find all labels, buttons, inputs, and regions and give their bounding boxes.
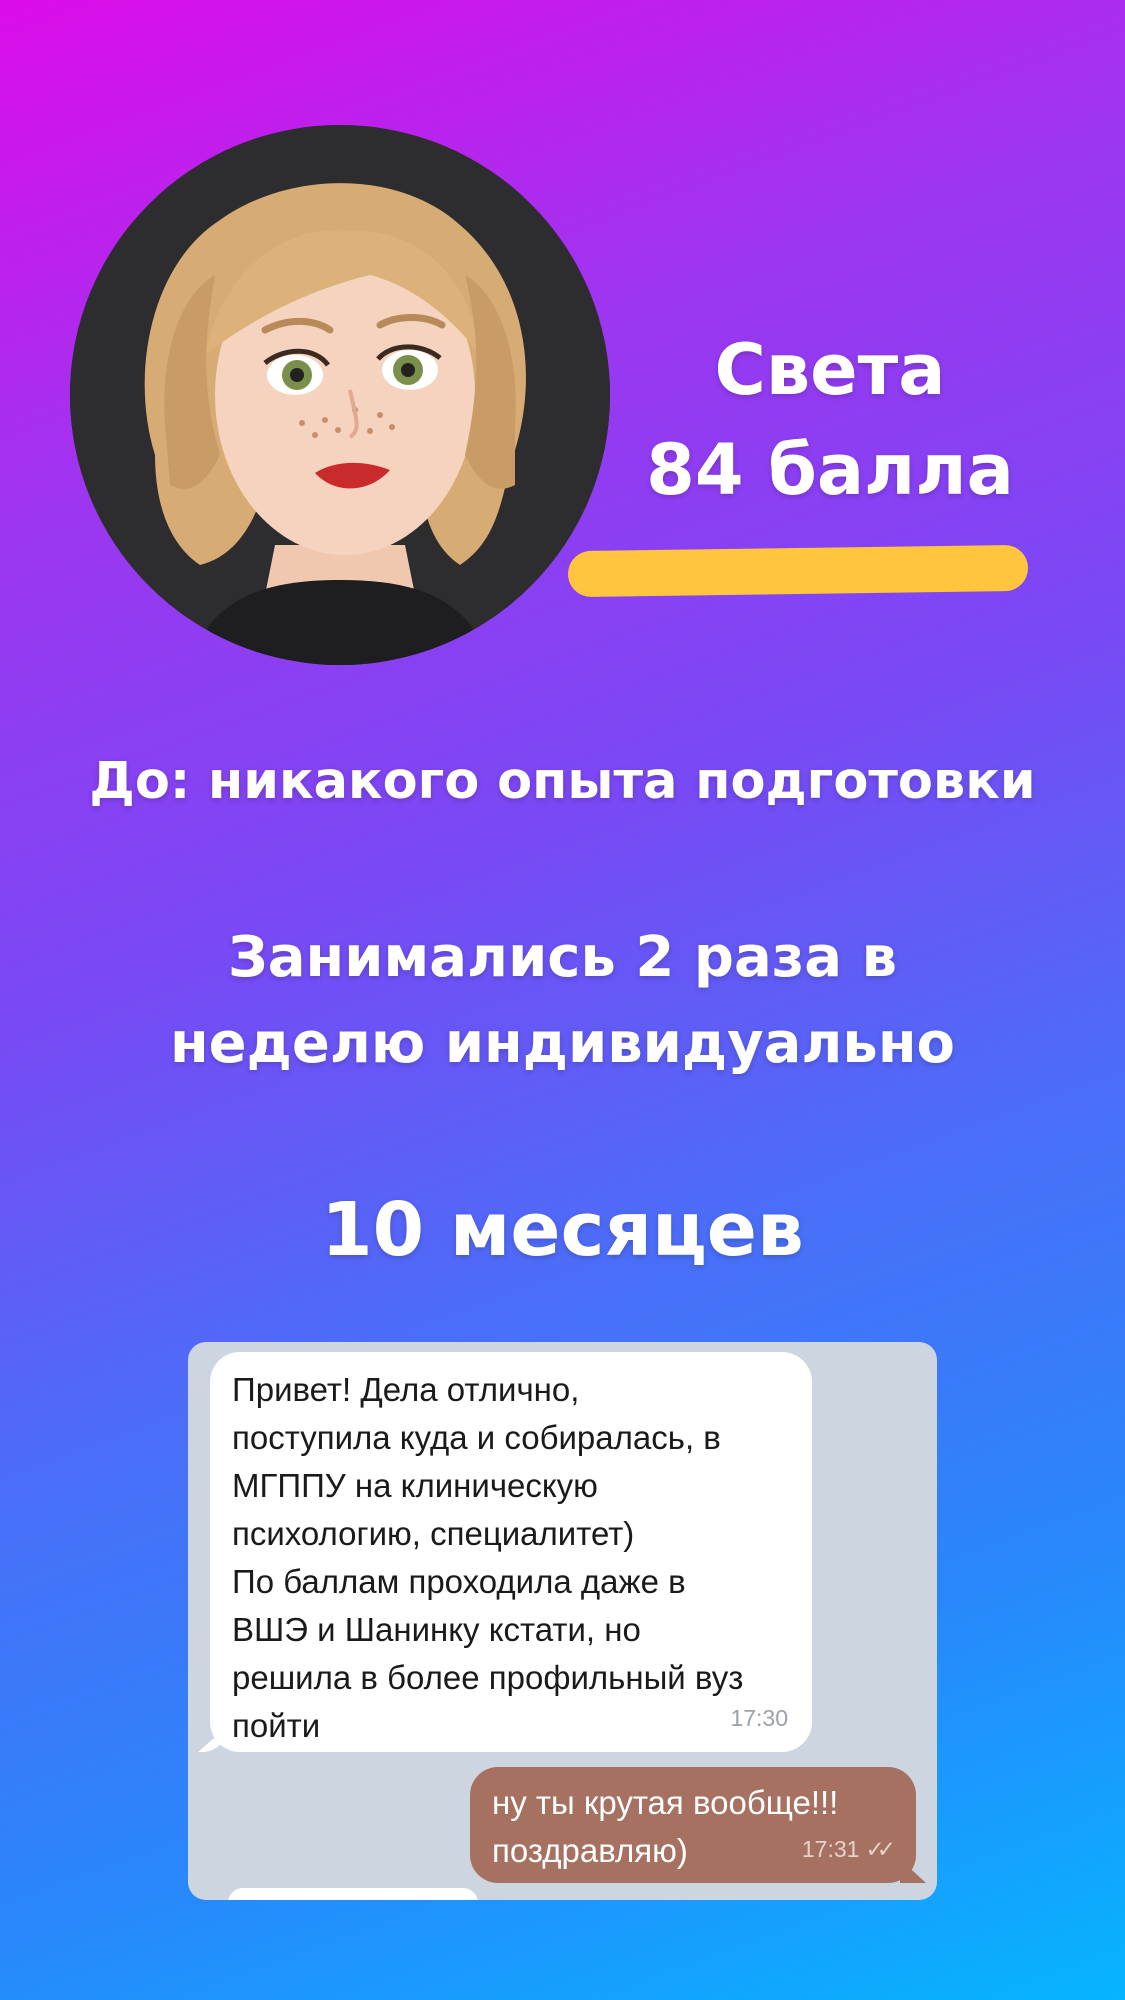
double-check-icon: ✓✓: [865, 1836, 895, 1862]
frequency-line-2: неделю индивидуально: [169, 1011, 955, 1076]
incoming-message: Привет! Дела отлично, поступила куда и с…: [198, 1352, 812, 1752]
outgoing-message: ну ты крутая вообще!!! поздравляю) 17:31…: [470, 1767, 926, 1883]
duration-text: 10 месяцев: [321, 1187, 804, 1273]
score-highlight: [567, 544, 1029, 598]
student-name: Света: [714, 329, 946, 411]
frequency-line-1: Занимались 2 раза в: [227, 925, 898, 990]
incoming-message-time: 17:30: [730, 1705, 788, 1731]
outgoing-message-time: 17:31: [801, 1836, 860, 1862]
outgoing-message-meta: 17:31 ✓✓: [801, 1825, 896, 1873]
memoji-avatar-icon: [70, 125, 610, 665]
incoming-message-text: Привет! Дела отлично, поступила куда и с…: [232, 1371, 744, 1744]
incoming-message-tail: [198, 1726, 228, 1752]
next-message-partial: [228, 1888, 478, 1900]
chat-screenshot: Привет! Дела отлично, поступила куда и с…: [188, 1342, 937, 1900]
avatar: [70, 125, 610, 665]
student-score: 84 балла: [646, 429, 1014, 511]
outgoing-message-tail: [900, 1859, 926, 1883]
frequency-text: Занимались 2 раза в неделю индивидуально: [0, 915, 1125, 1087]
before-text: До: никакого опыта подготовки: [89, 752, 1036, 811]
student-info: Света 84 балла: [590, 320, 1070, 520]
